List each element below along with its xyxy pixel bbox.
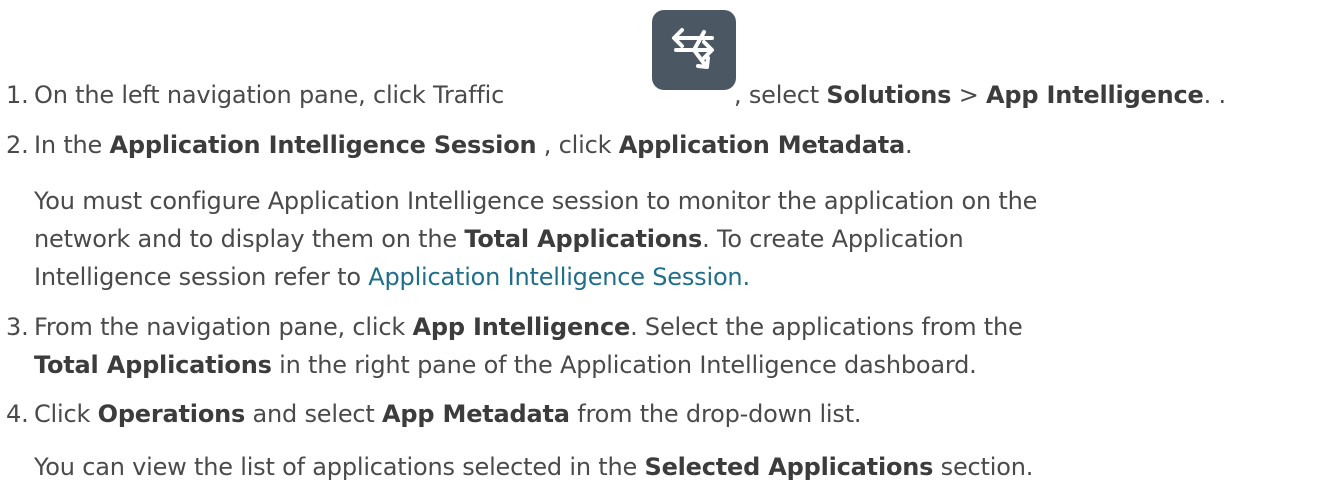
note-line-3-pre: Intelligence session refer to: [34, 263, 369, 291]
note4-pre: You can view the list of applications se…: [34, 453, 645, 481]
step-1-mid: , select: [734, 81, 827, 109]
total-applications-ref: Total Applications: [464, 225, 703, 253]
total-applications-ref: Total Applications: [34, 351, 272, 379]
instruction-document: 1. On the left navigation pane, click Tr…: [0, 0, 1335, 489]
step-2-pre: In the: [34, 131, 110, 159]
step-3: 3. From the navigation pane, click App I…: [0, 312, 1335, 348]
step-text: From the navigation pane, click App Inte…: [34, 312, 1023, 342]
app-intelligence-ref: App Intelligence: [986, 81, 1204, 109]
step-2-note-line-3: Intelligence session refer to Applicatio…: [34, 258, 750, 296]
ai-session-link[interactable]: Application Intelligence Session.: [368, 263, 750, 291]
step-2: 2. In the Application Intelligence Sessi…: [0, 130, 1335, 166]
note4-post: section.: [933, 453, 1034, 481]
step-2-note-line-2: network and to display them on the Total…: [34, 220, 964, 258]
solutions-menu-ref: Solutions: [826, 81, 952, 109]
app-metadata-ref: App Metadata: [382, 400, 570, 428]
step-1-post: . .: [1203, 81, 1226, 109]
selected-applications-ref: Selected Applications: [644, 453, 934, 481]
traffic-icon: [652, 10, 736, 90]
note-line-2-pre: network and to display them on the: [34, 225, 465, 253]
step-3-mid: . Select the applications from the: [630, 313, 1023, 341]
step-4-pre: Click: [34, 400, 98, 428]
step-1: 1. On the left navigation pane, click Tr…: [0, 10, 1335, 120]
app-intelligence-ref: App Intelligence: [412, 313, 631, 341]
step-4-note: You can view the list of applications se…: [34, 448, 1033, 486]
ai-session-ref: Application Intelligence Session: [109, 131, 537, 159]
step-3-post: in the right pane of the Application Int…: [271, 351, 977, 379]
step-4-post: from the drop-down list.: [569, 400, 862, 428]
step-1-sep: >: [951, 81, 987, 109]
step-text: In the Application Intelligence Session …: [34, 130, 913, 160]
step-3-line-2: Total Applications in the right pane of …: [34, 346, 977, 384]
step-2-note-line-1: You must configure Application Intellige…: [34, 187, 1038, 215]
step-text: Click Operations and select App Metadata…: [34, 399, 862, 429]
step-2-post: .: [905, 131, 913, 159]
note-line-2-post: . To create Application: [702, 225, 964, 253]
step-3-pre: From the navigation pane, click: [34, 313, 413, 341]
step-1-rest: , select Solutions > App Intelligence. .: [734, 80, 1226, 110]
step-text: On the left navigation pane, click Traff…: [34, 80, 504, 110]
step-4: 4. Click Operations and select App Metad…: [0, 399, 1335, 435]
app-metadata-ref: Application Metadata: [618, 131, 906, 159]
step-text-pre: On the left navigation pane, click Traff…: [34, 81, 505, 109]
traffic-arrows-icon: [672, 28, 714, 69]
step-4-mid: and select: [245, 400, 383, 428]
operations-ref: Operations: [97, 400, 246, 428]
step-2-mid: , click: [536, 131, 619, 159]
